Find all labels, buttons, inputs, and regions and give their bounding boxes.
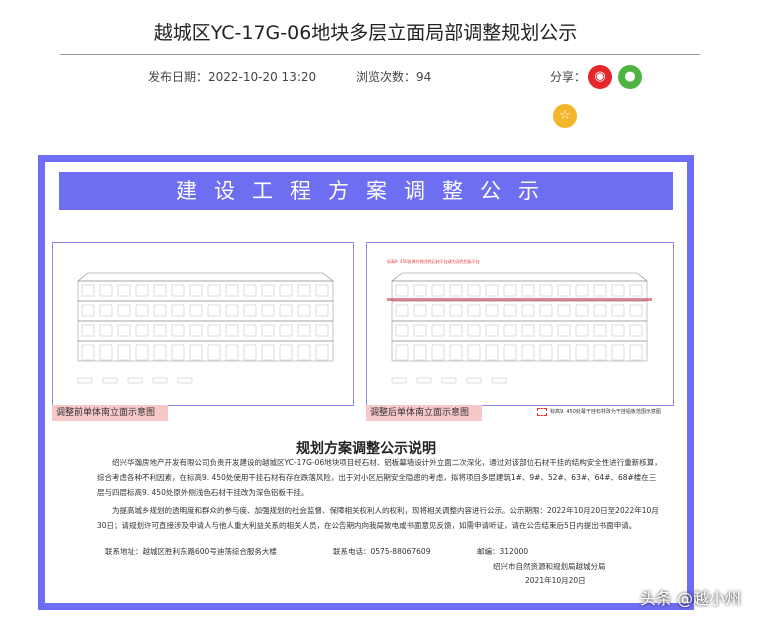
divider [60,54,700,55]
issue-date: 2021年10月20日 [525,576,586,585]
contact-address: 联系地址：越城区胜利东路600号迪荡综合服务大楼 [105,547,277,556]
legend-note: 标高9. 450处幕干挂石材改为干挂铝板范围示意图 [537,408,661,416]
before-elevation-drawing [52,242,354,406]
weibo-icon[interactable]: ◉ [588,65,612,89]
article-title: 越城区YC-17G-06地块多层立面局部调整规划公示 [153,22,578,44]
paragraph-1: 绍兴华瀚房地产开发有限公司负责开发建设的越城区YC-17G-06地块项目经石材、… [97,458,662,497]
poster-banner: 建设工程方案调整公示 [59,172,673,210]
after-elevation-drawing: 标高9. 450处原外侧浅色石材干挂改为深色铝板干挂 [366,242,674,406]
issuer: 绍兴市自然资源和规划局越城分局 [493,562,606,571]
before-caption: 调整前单体南立面示意图 [52,405,168,421]
favorite-star-icon[interactable]: ☆ [553,104,577,128]
paragraph-2: 为提高城乡规划的透明度和群众的参与度、加强规划的社会监督、保障相关权利人的权利，… [97,506,659,530]
announcement-poster: 建设工程方案调整公示 调整前单体南立面示意图 标高9. 450处原外侧浅色石材干… [38,155,694,610]
publish-date: 发布日期：2022-10-20 13:20 [148,70,317,84]
watermark: 头条 @越小州 [639,589,741,608]
wechat-icon[interactable]: ● [618,65,642,89]
after-caption: 调整后单体南立面示意图 [366,405,482,421]
contact-phone: 联系电话：0575-88067609 [333,547,431,556]
view-count: 浏览次数：94 [356,70,432,84]
annotation-text: 标高9. 450处原外侧浅色石材干挂改为深色铝板干挂 [387,259,480,264]
postcode: 邮编：312000 [477,547,529,556]
share-label: 分享： [550,70,587,84]
